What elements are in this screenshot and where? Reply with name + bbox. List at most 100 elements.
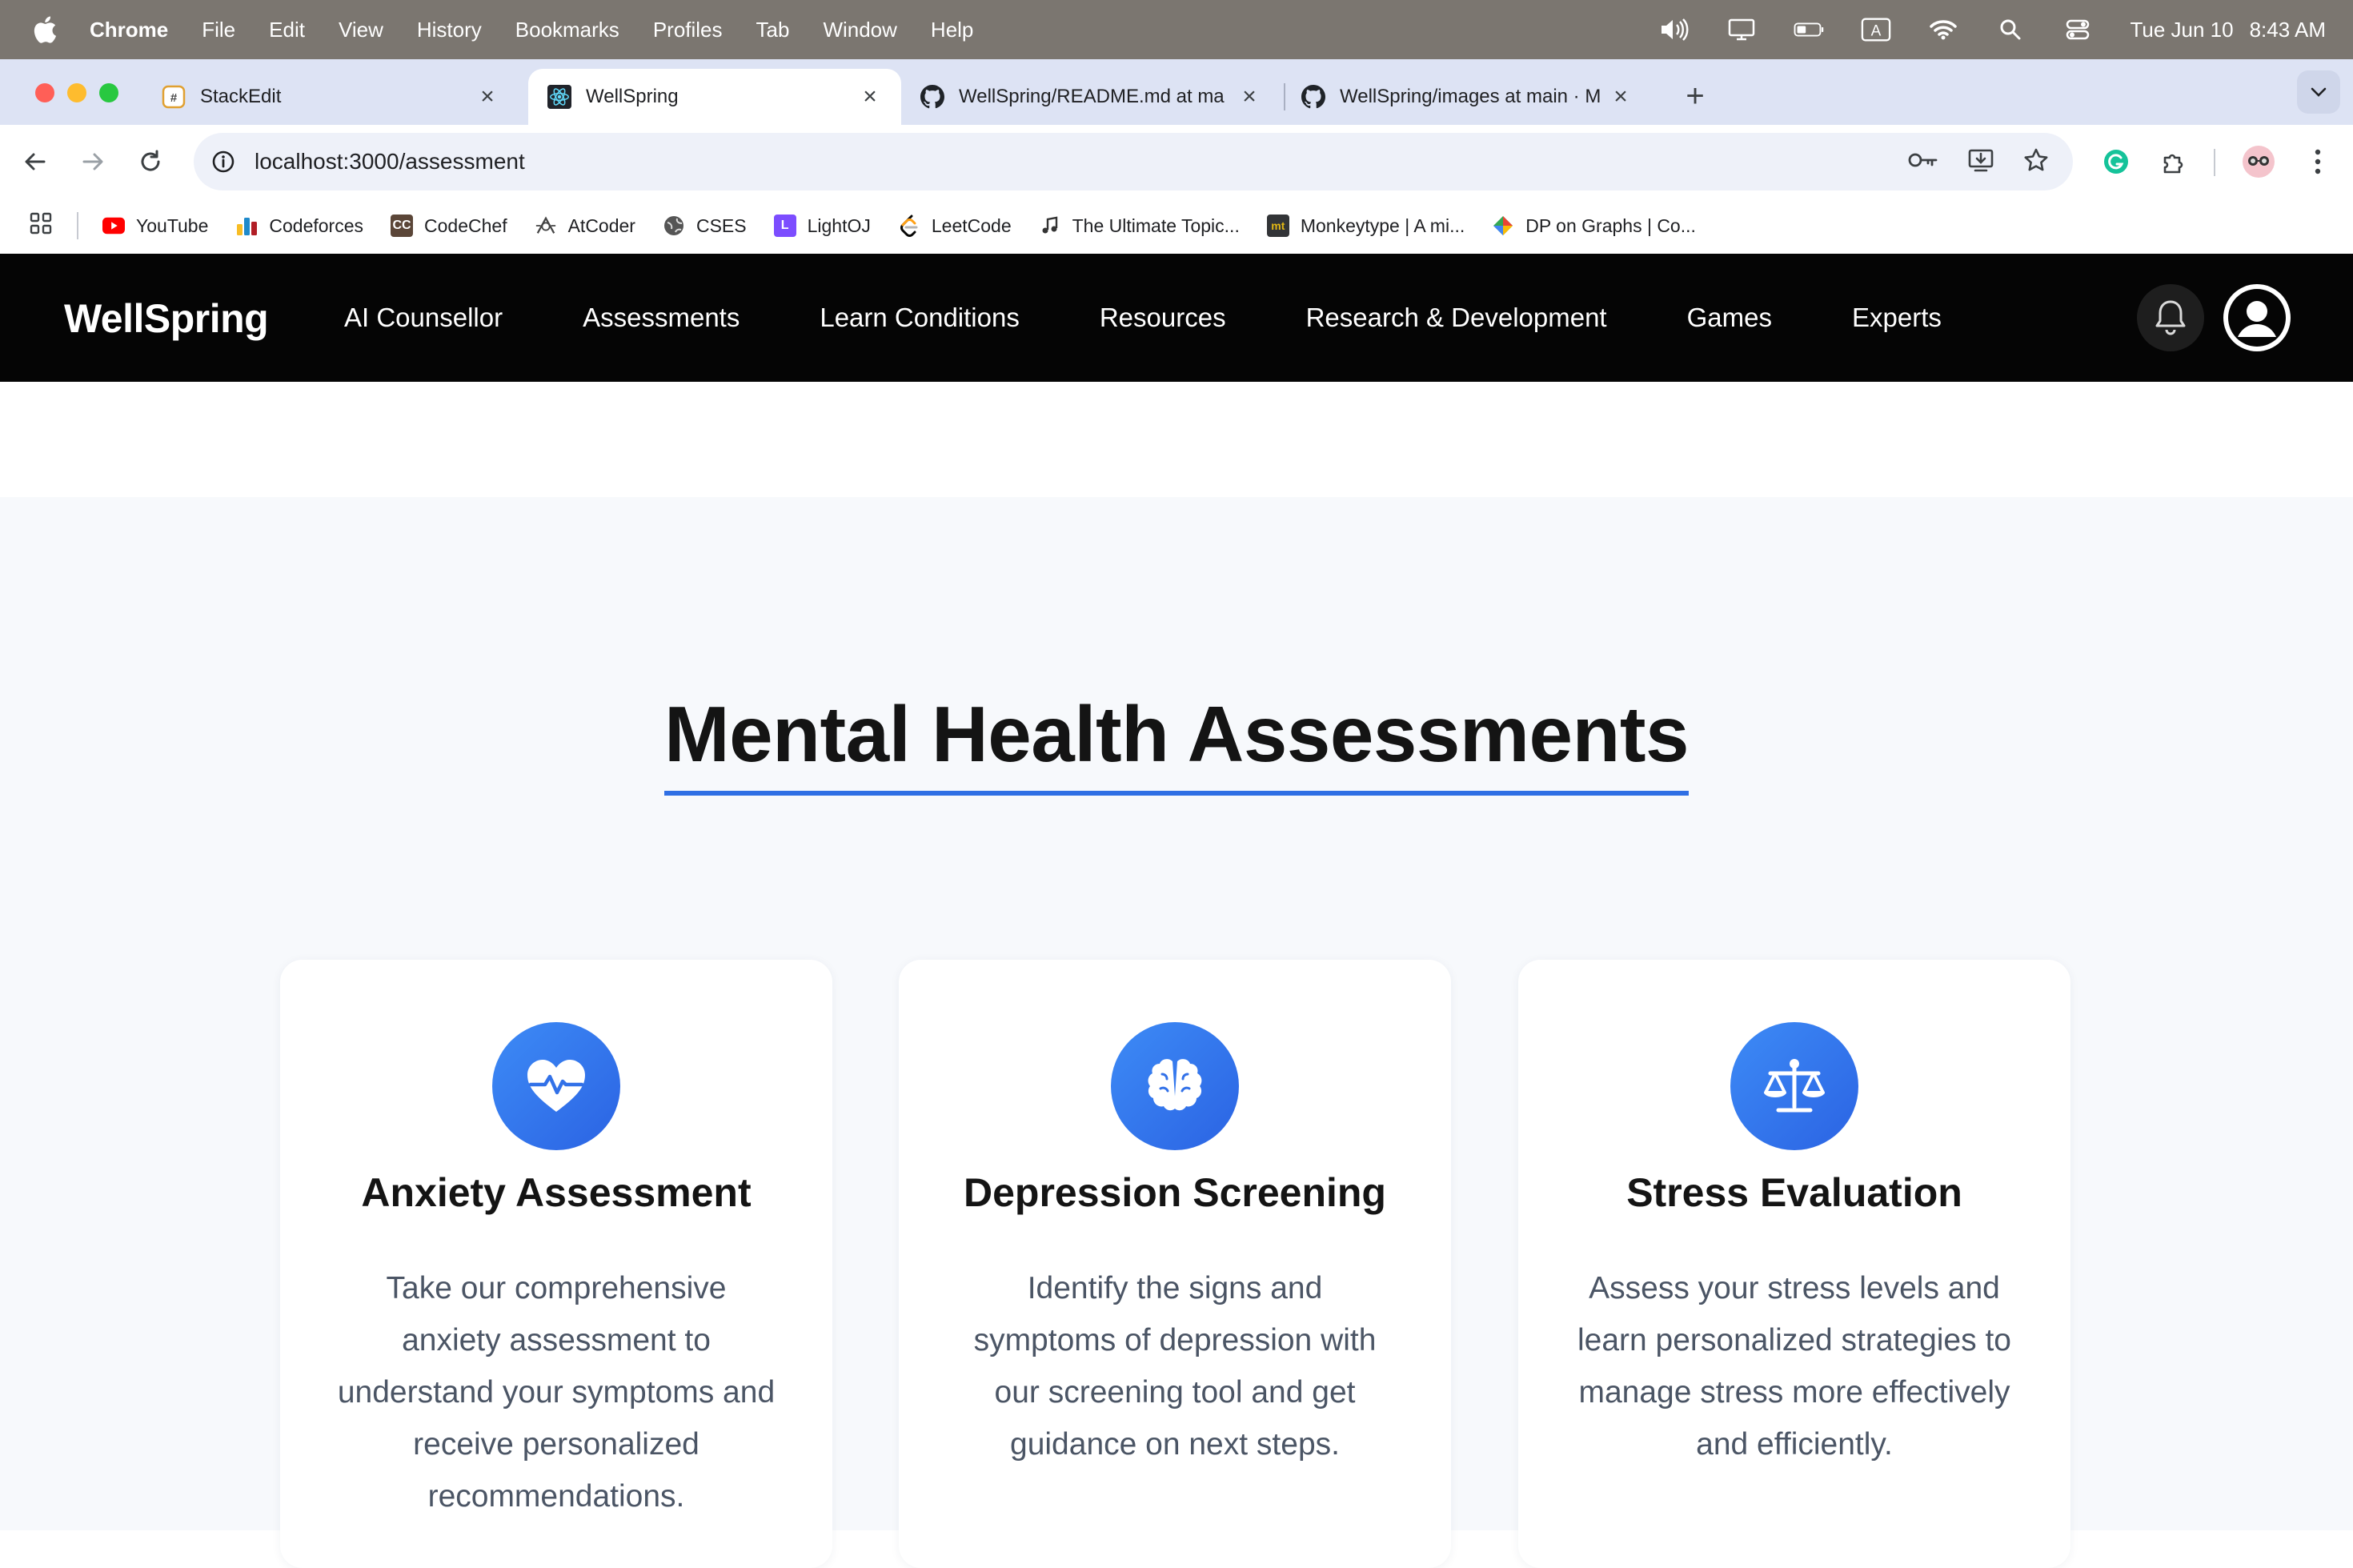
- nav-learn-conditions[interactable]: Learn Conditions: [820, 303, 1020, 333]
- display-icon[interactable]: [1726, 18, 1757, 42]
- apps-grid-icon[interactable]: [29, 211, 53, 240]
- menu-window[interactable]: Window: [823, 18, 896, 42]
- close-window-button[interactable]: [35, 83, 54, 102]
- bookmark-star-icon[interactable]: [2023, 147, 2049, 177]
- page-top-spacer: [0, 382, 2353, 497]
- menu-view[interactable]: View: [339, 18, 383, 42]
- nav-games[interactable]: Games: [1687, 303, 1772, 333]
- bookmark-youtube[interactable]: YouTube: [102, 215, 208, 237]
- bookmark-label: DP on Graphs | Co...: [1525, 215, 1696, 236]
- brand-logo[interactable]: WellSpring: [64, 295, 269, 342]
- menubar-clock[interactable]: Tue Jun 10 8:43 AM: [2130, 18, 2326, 42]
- bookmark-label: AtCoder: [567, 215, 635, 236]
- tab-wellspring-images[interactable]: WellSpring/images at main · M ×: [1282, 69, 1652, 125]
- menu-profiles[interactable]: Profiles: [653, 18, 723, 42]
- bookmark-cses[interactable]: CSES: [663, 215, 747, 237]
- close-tab-icon[interactable]: ×: [858, 83, 882, 110]
- card-description: Assess your stress levels and learn pers…: [1577, 1271, 2011, 1462]
- diamond-logo-icon: [1492, 215, 1514, 237]
- apple-icon[interactable]: [32, 14, 58, 45]
- grammarly-extension-icon[interactable]: [2095, 141, 2137, 182]
- assessment-card-anxiety[interactable]: Anxiety Assessment Take our comprehensiv…: [280, 960, 832, 1568]
- menu-history[interactable]: History: [417, 18, 482, 42]
- chevron-down-icon: [2311, 87, 2327, 97]
- nav-assessments[interactable]: Assessments: [583, 303, 740, 333]
- bookmark-leetcode[interactable]: LeetCode: [898, 215, 1012, 237]
- address-bar[interactable]: localhost:3000/assessment: [194, 133, 2073, 190]
- extensions-puzzle-icon[interactable]: [2153, 141, 2195, 182]
- forward-button[interactable]: [72, 141, 114, 182]
- bookmark-dp-on-graphs[interactable]: DP on Graphs | Co...: [1492, 215, 1696, 237]
- menu-edit[interactable]: Edit: [269, 18, 305, 42]
- spotlight-search-icon[interactable]: [1995, 18, 2026, 42]
- close-tab-icon[interactable]: ×: [1609, 83, 1633, 110]
- back-button[interactable]: [14, 141, 56, 182]
- nav-experts[interactable]: Experts: [1852, 303, 1942, 333]
- assessment-card-depression[interactable]: Depression Screening Identify the signs …: [899, 960, 1451, 1568]
- svg-text:#: #: [170, 91, 178, 105]
- codeforces-icon: [235, 215, 258, 237]
- tab-wellspring[interactable]: WellSpring ×: [528, 69, 901, 125]
- battery-icon[interactable]: [1794, 18, 1824, 42]
- github-icon: [920, 85, 944, 109]
- menu-bookmarks[interactable]: Bookmarks: [515, 18, 619, 42]
- site-info-icon[interactable]: [205, 143, 242, 180]
- minimize-window-button[interactable]: [67, 83, 86, 102]
- notifications-button[interactable]: [2137, 284, 2204, 351]
- site-nav-links: AI Counsellor Assessments Learn Conditio…: [344, 254, 2022, 382]
- tab-search-button[interactable]: [2297, 70, 2340, 114]
- lightoj-icon: L: [773, 215, 796, 237]
- react-icon: [547, 85, 571, 109]
- tab-title: WellSpring/images at main · M: [1340, 86, 1601, 107]
- close-tab-icon[interactable]: ×: [475, 83, 499, 110]
- browser-menu-button[interactable]: [2297, 141, 2339, 182]
- tab-wellspring-readme[interactable]: WellSpring/README.md at ma ×: [901, 69, 1281, 125]
- user-profile-button[interactable]: [2223, 284, 2291, 351]
- nav-ai-counsellor[interactable]: AI Counsellor: [344, 303, 503, 333]
- control-center-icon[interactable]: [2062, 18, 2093, 42]
- scale-icon: [1730, 1022, 1858, 1150]
- menu-file[interactable]: File: [202, 18, 235, 42]
- tab-stackedit[interactable]: # StackEdit ×: [142, 69, 519, 125]
- arrow-right-icon: [82, 153, 103, 170]
- install-app-icon[interactable]: [1967, 147, 1994, 177]
- site-navbar: WellSpring AI Counsellor Assessments Lea…: [0, 254, 2353, 382]
- github-icon: [1301, 85, 1325, 109]
- profile-avatar-button[interactable]: [2238, 141, 2279, 182]
- bookmark-codeforces[interactable]: Codeforces: [235, 215, 363, 237]
- assessments-section: Mental Health Assessments Anxiety Assess…: [0, 497, 2353, 1568]
- close-tab-icon[interactable]: ×: [1237, 83, 1261, 110]
- address-url[interactable]: localhost:3000/assessment: [255, 149, 525, 174]
- reload-button[interactable]: [130, 141, 171, 182]
- leetcode-icon: [898, 215, 920, 237]
- bookmark-codechef[interactable]: CC CodeChef: [391, 215, 507, 237]
- menu-app-name[interactable]: Chrome: [90, 18, 168, 42]
- nav-research-development[interactable]: Research & Development: [1306, 303, 1607, 333]
- window-controls: [35, 83, 118, 102]
- card-description: Identify the signs and symptoms of depre…: [973, 1271, 1377, 1462]
- bookmark-atcoder[interactable]: AtCoder: [535, 215, 635, 237]
- input-source-icon[interactable]: A: [1861, 18, 1891, 42]
- volume-icon[interactable]: [1659, 18, 1690, 42]
- bookmark-label: LightOJ: [807, 215, 871, 236]
- bookmark-label: Codeforces: [269, 215, 364, 236]
- menu-tab[interactable]: Tab: [756, 18, 790, 42]
- browser-tab-strip: # StackEdit × WellSpring × WellSpring/RE…: [0, 59, 2353, 125]
- wifi-icon[interactable]: [1928, 18, 1958, 42]
- assessment-card-stress[interactable]: Stress Evaluation Assess your stress lev…: [1518, 960, 2070, 1568]
- bookmark-monkeytype[interactable]: mt Monkeytype | A mi...: [1266, 215, 1465, 237]
- card-title: Depression Screening: [964, 1170, 1386, 1215]
- new-tab-button[interactable]: +: [1679, 80, 1711, 114]
- card-description: Take our comprehensive anxiety assessmen…: [337, 1271, 776, 1514]
- key-icon[interactable]: [1908, 150, 1938, 174]
- menu-help[interactable]: Help: [931, 18, 973, 42]
- more-vertical-icon: [2315, 149, 2321, 174]
- nav-resources[interactable]: Resources: [1100, 303, 1226, 333]
- toolbar-divider: [2214, 149, 2215, 176]
- zoom-window-button[interactable]: [99, 83, 118, 102]
- bell-icon: [2155, 300, 2186, 335]
- bookmark-ultimate-topic[interactable]: The Ultimate Topic...: [1039, 215, 1240, 237]
- stackedit-icon: #: [162, 85, 186, 109]
- bookmarks-divider: [77, 212, 78, 239]
- bookmark-lightoj[interactable]: L LightOJ: [773, 215, 871, 237]
